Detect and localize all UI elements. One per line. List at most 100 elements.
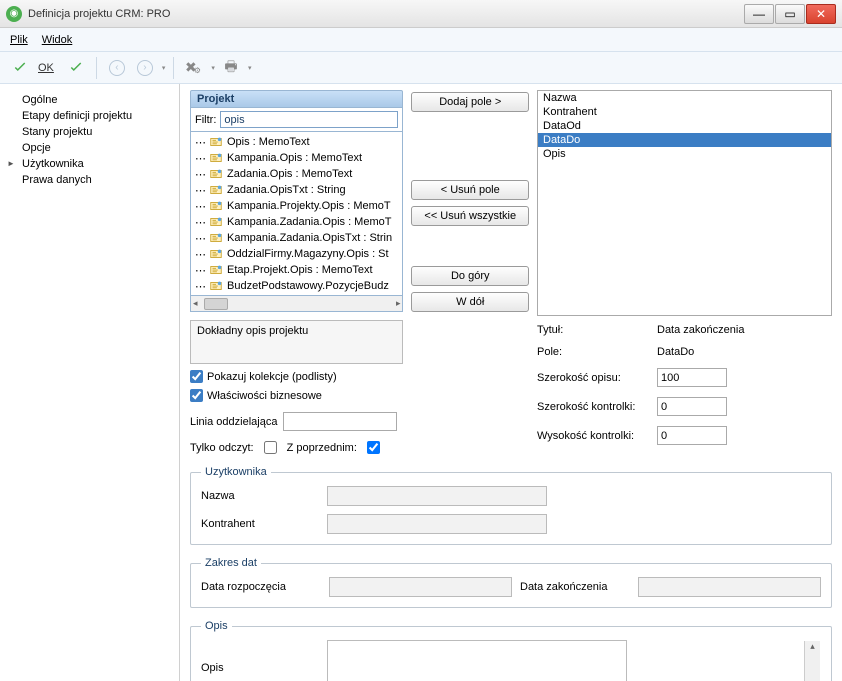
tree-item[interactable]: ⋯Etap.Projekt.Opis : MemoText — [191, 262, 402, 278]
sidebar-item-opcje[interactable]: Opcje — [0, 140, 179, 156]
tree-item-label: Kampania.Zadania.Opis : MemoT — [227, 216, 391, 228]
menu-widok[interactable]: Widok — [42, 34, 73, 46]
field-icon — [209, 152, 223, 164]
ok-button[interactable] — [8, 56, 32, 80]
list-item[interactable]: Opis — [538, 147, 831, 161]
business-props-checkbox[interactable] — [190, 389, 203, 402]
data-from-label: Data rozpoczęcia — [201, 581, 321, 593]
menu-plik[interactable]: Plik — [10, 34, 28, 46]
window-title: Definicja projektu CRM: PRO — [28, 8, 743, 20]
group-dates-legend: Zakres dat — [201, 557, 261, 569]
tree-branch-icon: ⋯ — [195, 136, 205, 149]
title-bar: ◉ Definicja projektu CRM: PRO — ▭ ✕ — [0, 0, 842, 28]
tree-item[interactable]: ⋯Zadania.Opis : MemoText — [191, 166, 402, 182]
list-item[interactable]: Kontrahent — [538, 105, 831, 119]
group-uzytkownika: Uzytkownika Nazwa Kontrahent — [190, 466, 832, 545]
kontrahent-field[interactable] — [327, 514, 547, 534]
tree-item[interactable]: ⋯Kampania.Zadania.Opis : MemoT — [191, 214, 402, 230]
data-from-field[interactable] — [329, 577, 512, 597]
kontrahent-label: Kontrahent — [201, 518, 321, 530]
field-icon — [209, 216, 223, 228]
sidebar-item-prawa[interactable]: Prawa danych — [0, 172, 179, 188]
tree-item-label: Zadania.Opis : MemoText — [227, 168, 352, 180]
field-description: Dokładny opis projektu — [190, 320, 403, 364]
business-props-label: Właściwości biznesowe — [207, 390, 322, 402]
remove-field-button[interactable]: < Usuń pole — [411, 180, 529, 200]
tree-item[interactable]: ⋯Kampania.Zadania.OpisTxt : Strin — [191, 230, 402, 246]
minimize-button[interactable]: — — [744, 4, 774, 24]
sidebar-item-label: Prawa danych — [22, 174, 92, 186]
tree-branch-icon: ⋯ — [195, 280, 205, 293]
tree-item-label: Zadania.OpisTxt : String — [227, 184, 346, 196]
with-prev-checkbox[interactable] — [367, 441, 380, 454]
tree-item[interactable]: ⋯Zadania.OpisTxt : String — [191, 182, 402, 198]
separator — [96, 57, 97, 79]
tree-item[interactable]: ⋯Opis : MemoText — [191, 134, 402, 150]
readonly-checkbox[interactable] — [264, 441, 277, 454]
move-up-button[interactable]: Do góry — [411, 266, 529, 286]
tree-branch-icon: ⋯ — [195, 152, 205, 165]
sidebar-item-etapy[interactable]: Etapy definicji projektu — [0, 108, 179, 124]
selected-fields-list[interactable]: NazwaKontrahentDataOdDataDoOpis — [537, 90, 832, 316]
separator-line-input[interactable] — [283, 412, 397, 431]
app-icon: ◉ — [6, 6, 22, 22]
sidebar-item-stany[interactable]: Stany projektu — [0, 124, 179, 140]
tree-h-scrollbar[interactable]: ◂▸ — [190, 296, 403, 312]
group-zakres-dat: Zakres dat Data rozpoczęcia Data zakończ… — [190, 557, 832, 608]
ok-label[interactable]: OK — [38, 62, 60, 74]
list-item[interactable]: DataDo — [538, 133, 831, 147]
list-item[interactable]: DataOd — [538, 119, 831, 133]
menu-bar: Plik Widok — [0, 28, 842, 52]
tree-item[interactable]: ⋯ BudzetPodstawowy.PozycjeBudz — [191, 278, 402, 294]
forward-button[interactable]: › — [133, 56, 157, 80]
nazwa-field[interactable] — [327, 486, 547, 506]
readonly-label: Tylko odczyt: — [190, 442, 254, 454]
close-button[interactable]: ✕ — [806, 4, 836, 24]
data-to-field[interactable] — [638, 577, 821, 597]
title-value: Data zakończenia — [657, 324, 832, 336]
field-label: Pole: — [537, 346, 657, 358]
list-item[interactable]: Nazwa — [538, 91, 831, 105]
field-icon — [209, 264, 223, 276]
desc-width-label: Szerokość opisu: — [537, 372, 657, 384]
group-opis-legend: Opis — [201, 620, 232, 632]
data-to-label: Data zakończenia — [520, 581, 630, 593]
tree-item-label: OddzialFirmy.Magazyny.Opis : St — [227, 248, 389, 260]
print-dropdown[interactable]: ▾ — [248, 64, 252, 72]
tree-item[interactable]: ⋯Kampania.Projekty.Opis : MemoT — [191, 198, 402, 214]
tools-button[interactable]: ✖⚙ — [182, 56, 206, 80]
tree-item[interactable]: ⋯Kampania.Opis : MemoText — [191, 150, 402, 166]
back-button[interactable]: ‹ — [105, 56, 129, 80]
tree-branch-icon: ⋯ — [195, 248, 205, 261]
sidebar-item-uzytkownika[interactable]: Użytkownika — [0, 156, 179, 172]
field-icon — [209, 184, 223, 196]
ctrl-height-label: Wysokość kontrolki: — [537, 430, 657, 442]
sidebar-item-label: Opcje — [22, 142, 51, 154]
ctrl-height-input[interactable] — [657, 426, 727, 445]
tree-item-label: BudzetPodstawowy.PozycjeBudz — [227, 280, 389, 292]
show-collections-label: Pokazuj kolekcje (podlisty) — [207, 371, 337, 383]
maximize-button[interactable]: ▭ — [775, 4, 805, 24]
print-button[interactable]: 🖶 — [219, 56, 243, 80]
add-field-button[interactable]: Dodaj pole > — [411, 92, 529, 112]
remove-all-button[interactable]: << Usuń wszystkie — [411, 206, 529, 226]
show-collections-checkbox[interactable] — [190, 370, 203, 383]
fields-tree[interactable]: ⋯Opis : MemoText⋯Kampania.Opis : MemoTex… — [190, 132, 403, 296]
field-value: DataDo — [657, 346, 832, 358]
filter-input[interactable] — [220, 111, 398, 128]
tree-item[interactable]: ⋯ OddzialFirmy.Magazyny.Opis : St — [191, 246, 402, 262]
opis-label: Opis — [201, 662, 321, 674]
tools-dropdown[interactable]: ▾ — [211, 64, 215, 72]
opis-scrollbar[interactable]: ▴▾ — [804, 641, 820, 681]
ctrl-width-input[interactable] — [657, 397, 727, 416]
separator — [173, 57, 174, 79]
opis-textarea[interactable] — [327, 640, 627, 681]
nav-dropdown[interactable]: ▾ — [162, 64, 166, 72]
apply-button[interactable] — [64, 56, 88, 80]
desc-width-input[interactable] — [657, 368, 727, 387]
move-down-button[interactable]: W dół — [411, 292, 529, 312]
tree-branch-icon: ⋯ — [195, 200, 205, 213]
sidebar-item-ogolne[interactable]: Ogólne — [0, 92, 179, 108]
field-icon — [209, 280, 223, 292]
tree-item-label: Etap.Projekt.Opis : MemoText — [227, 264, 373, 276]
